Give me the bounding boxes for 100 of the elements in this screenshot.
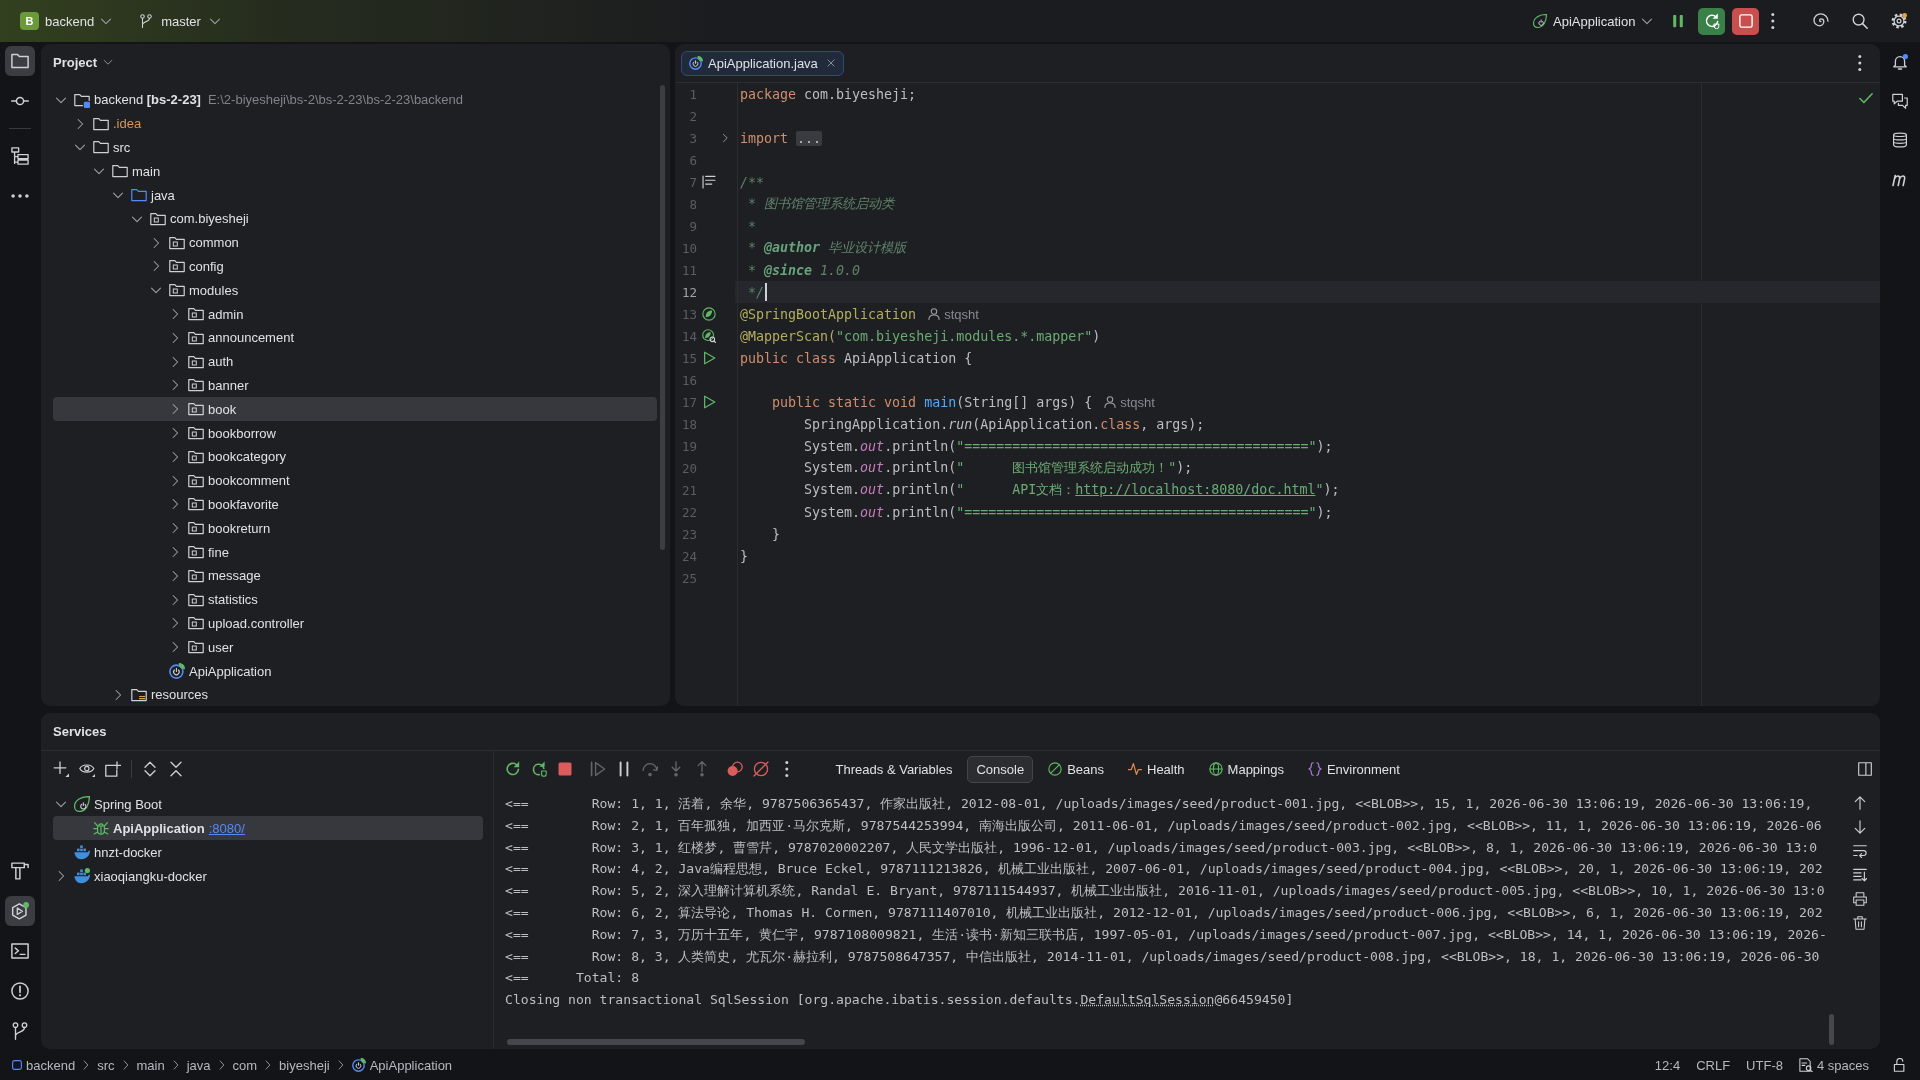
service-item[interactable]: hnzt-docker [53, 840, 483, 864]
breadcrumb-item[interactable]: java [186, 1057, 211, 1073]
run-config-selector[interactable]: ApiApplication [1533, 7, 1654, 35]
breadcrumb-item[interactable]: backend [12, 1057, 76, 1073]
scrollbar-thumb[interactable] [660, 85, 665, 550]
package-icon [188, 520, 204, 537]
tree-item[interactable]: main [53, 159, 657, 184]
status-item[interactable]: CRLF [1690, 1057, 1737, 1073]
author-hint[interactable]: stqsht [1104, 394, 1155, 410]
tree-item[interactable]: bookcomment [53, 468, 657, 493]
tree-item[interactable]: .idea [53, 111, 657, 136]
stop-button[interactable] [1732, 7, 1760, 35]
tree-item[interactable]: java [53, 183, 657, 207]
scrollbar-thumb[interactable] [507, 1039, 805, 1045]
expand-all-icon[interactable] [142, 761, 158, 777]
port-link[interactable]: :8080/ [208, 820, 245, 836]
tool-tab[interactable]: Environment [1298, 755, 1409, 783]
line-number: 21 [680, 482, 697, 498]
breadcrumb-item[interactable]: ApiApplication [351, 1057, 453, 1073]
breadcrumb-item[interactable]: main [136, 1057, 165, 1073]
tree-item[interactable]: common [53, 230, 657, 255]
play-icon[interactable] [702, 351, 716, 365]
tree-item[interactable]: bookfavorite [53, 492, 657, 517]
pause-icon[interactable] [1671, 14, 1686, 28]
close-icon[interactable] [825, 58, 836, 68]
search-icon[interactable] [1852, 13, 1868, 29]
breakpoints-icon[interactable] [727, 761, 743, 777]
tree-item[interactable]: backend [bs-2-23] E:\2-biyesheji\bs-2\bs-2-23\bs-2-23\backend [53, 88, 657, 112]
split-panel-icon[interactable] [1858, 762, 1872, 776]
scroll-to-end-icon[interactable] [1853, 868, 1867, 882]
arrow-down-icon[interactable] [1853, 820, 1867, 834]
tree-item[interactable]: modules [53, 278, 657, 303]
services-tool-button[interactable] [5, 896, 35, 926]
collapse-all-icon[interactable] [168, 761, 184, 777]
breadcrumb-item[interactable]: src [97, 1057, 115, 1073]
tree-item[interactable]: config [53, 254, 657, 279]
fold-placeholder[interactable]: ... [796, 130, 823, 146]
tree-item[interactable]: banner [53, 373, 657, 398]
add-icon[interactable] [53, 761, 69, 777]
tree-item[interactable]: announcement [53, 325, 657, 350]
chevron-down-icon[interactable] [103, 57, 114, 67]
circular-arrow-icon[interactable] [505, 761, 521, 777]
tree-item[interactable]: ApiApplication [53, 659, 657, 683]
tree-item[interactable]: upload.controller [53, 611, 657, 636]
tree-item[interactable]: com.biyesheji [53, 207, 657, 231]
breadcrumb-item[interactable]: com [232, 1057, 258, 1073]
tree-item[interactable]: resources [53, 682, 657, 706]
scrollbar-thumb[interactable] [1829, 1014, 1834, 1045]
leaf-search-icon[interactable] [702, 329, 716, 343]
class-link[interactable]: DefaultSqlSession [1080, 992, 1215, 1008]
database-icon[interactable] [1892, 132, 1908, 148]
tree-item[interactable]: bookreturn [53, 516, 657, 541]
printer-icon[interactable] [1853, 892, 1867, 906]
tree-item[interactable]: user [53, 635, 657, 660]
breadcrumb-item[interactable]: biyesheji [279, 1057, 330, 1073]
leaf-circle-icon[interactable] [702, 307, 716, 321]
status-item[interactable]: UTF-8 [1740, 1057, 1789, 1073]
tool-tab[interactable]: Beans [1039, 755, 1113, 783]
open-lock-icon[interactable] [1893, 1058, 1907, 1072]
circular-arrow-bug-icon[interactable] [531, 761, 547, 777]
tree-item[interactable]: fine [53, 540, 657, 564]
editor-tab[interactable]: ApiApplication.java [681, 50, 844, 76]
tool-tab[interactable]: Mappings [1199, 755, 1293, 783]
play-icon[interactable] [702, 395, 716, 409]
bell-icon[interactable] [1892, 54, 1908, 70]
new-tab-icon[interactable] [105, 761, 121, 777]
service-item[interactable]: xiaoqiangku-docker [53, 864, 483, 888]
author-hint[interactable]: stqsht [928, 306, 979, 322]
slashed-circle-icon[interactable] [753, 761, 769, 777]
branch-selector[interactable]: master [139, 7, 221, 35]
resources-folder-icon [131, 686, 147, 703]
tool-tab[interactable]: Console [967, 755, 1034, 783]
tree-item[interactable]: auth [53, 349, 657, 374]
tree-item[interactable]: message [53, 563, 657, 588]
service-item[interactable]: Spring Boot [53, 792, 483, 816]
tool-tab[interactable]: Threads & Variables [826, 755, 962, 783]
arrow-up-icon[interactable] [1853, 796, 1867, 810]
fold-chevron-icon[interactable] [720, 133, 730, 143]
soft-wrap-icon[interactable] [1853, 844, 1867, 858]
tree-item[interactable]: admin [53, 302, 657, 326]
rerun-button[interactable] [1698, 7, 1726, 35]
service-item[interactable]: ApiApplication :8080/ [53, 816, 483, 840]
chat-icon[interactable] [1892, 93, 1908, 109]
tree-item[interactable]: book [53, 397, 657, 422]
stop-icon[interactable] [557, 761, 573, 777]
spiral-icon[interactable] [1813, 13, 1829, 29]
tree-item[interactable]: bookborrow [53, 421, 657, 445]
tool-tab[interactable]: Health [1119, 755, 1194, 783]
status-item[interactable]: 12:4 [1648, 1057, 1687, 1073]
eye-icon[interactable] [79, 761, 95, 777]
text-lines-icon[interactable] [702, 175, 716, 189]
tree-item[interactable]: bookcategory [53, 444, 657, 469]
tree-item[interactable]: src [53, 135, 657, 160]
status-item[interactable]: 4 spaces [1792, 1057, 1875, 1073]
trash-icon[interactable] [1853, 916, 1867, 930]
code-link[interactable]: http://localhost:8080/doc.html [1075, 482, 1316, 497]
project-tool-button[interactable] [5, 46, 35, 76]
tree-item[interactable]: statistics [53, 587, 657, 612]
settings-icon[interactable] [1891, 13, 1907, 29]
project-selector[interactable]: B backend [20, 7, 113, 35]
